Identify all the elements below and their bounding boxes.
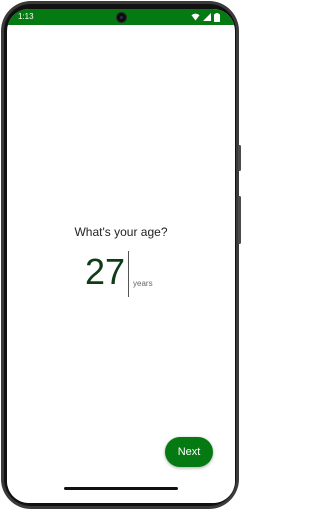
status-time: 1:13 xyxy=(18,12,34,21)
wifi-icon xyxy=(191,13,200,23)
next-button[interactable]: Next xyxy=(165,437,213,467)
age-value[interactable]: 27 xyxy=(85,252,125,292)
power-button xyxy=(238,145,241,171)
front-camera xyxy=(116,12,127,23)
age-input-divider xyxy=(128,251,129,297)
signal-icon xyxy=(203,13,211,23)
home-gesture-handle[interactable] xyxy=(64,487,178,490)
age-question: What's your age? xyxy=(74,225,168,239)
app-screen: 1:13 What's your age? 27 years Next xyxy=(7,9,235,503)
status-icons xyxy=(191,13,225,24)
status-bar: 1:13 xyxy=(7,9,235,25)
phone-device: 1:13 What's your age? 27 years Next xyxy=(0,0,242,512)
age-unit-label: years xyxy=(133,279,153,288)
battery-icon xyxy=(214,13,220,24)
volume-button xyxy=(238,196,241,244)
navigation-bar xyxy=(7,479,235,503)
